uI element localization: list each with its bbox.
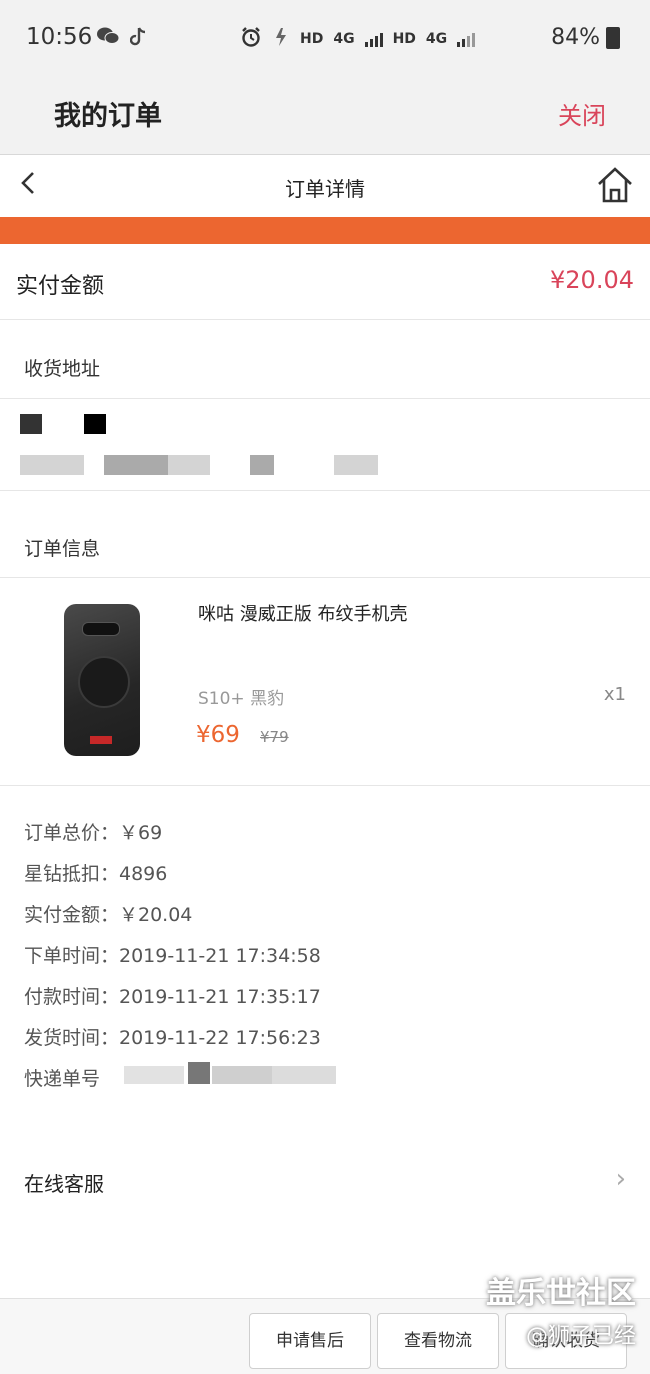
redacted-address-2	[104, 455, 168, 475]
status-banner	[0, 217, 650, 244]
hd-label-2: HD	[392, 31, 416, 47]
after-sale-button[interactable]: 申请售后	[249, 1313, 371, 1369]
network-4g-label: 4G	[333, 31, 355, 47]
paid-label: 实付金额	[16, 274, 105, 299]
marvel-logo-icon	[90, 736, 112, 744]
redacted-name	[20, 414, 42, 434]
paid-amount: ¥20.04	[550, 266, 634, 294]
paid-amount-row: 实付金额 ¥20.04	[0, 244, 650, 320]
watermark-author: @狮子已经	[525, 1324, 636, 1349]
home-icon[interactable]	[596, 165, 634, 205]
detail-star-discount: 星钻抵扣：4896	[24, 863, 168, 885]
chevron-right-icon: ›	[615, 1164, 626, 1194]
online-service-row[interactable]: 在线客服 ›	[0, 1150, 650, 1212]
logistics-button[interactable]: 查看物流	[377, 1313, 499, 1369]
page-title: 我的订单	[54, 101, 162, 132]
signal-icon-2	[457, 31, 476, 47]
battery-percent: 84%	[551, 25, 600, 50]
status-bar: 10:56 HD 4G HD 4G 84%	[0, 0, 650, 78]
vowifi-icon	[272, 27, 290, 51]
app-bar: 我的订单 关闭	[0, 78, 650, 155]
nav-title: 订单详情	[285, 177, 365, 201]
case-camera-cutout	[82, 622, 120, 636]
redacted-address	[20, 455, 84, 475]
product-image	[64, 604, 140, 756]
close-button[interactable]: 关闭	[558, 96, 606, 131]
product-original-price: ¥79	[260, 728, 289, 746]
product-price: ¥69	[196, 722, 240, 748]
redacted-tracking-number-4	[272, 1066, 336, 1084]
battery-icon	[606, 26, 620, 49]
redacted-address-4	[250, 455, 274, 475]
watermark-title: 盖乐世社区	[486, 1276, 636, 1311]
order-info-section-title: 订单信息	[24, 538, 101, 560]
network-4g-label-2: 4G	[425, 31, 448, 47]
alarm-icon	[240, 26, 262, 52]
detail-order-time: 下单时间：2019-11-21 17:34:58	[24, 945, 321, 967]
product-name: 咪咕 漫威正版 布纹手机壳	[198, 604, 408, 625]
address-block	[0, 398, 650, 491]
redacted-address-5	[334, 455, 378, 475]
address-section-header: 收货地址	[0, 320, 650, 397]
product-item[interactable]: 咪咕 漫威正版 布纹手机壳 S10+ 黑豹 x1 ¥69 ¥79	[0, 577, 650, 786]
detail-tracking-label: 快递单号	[24, 1068, 101, 1090]
product-spec: S10+ 黑豹	[198, 689, 285, 709]
tiktok-icon	[129, 26, 148, 53]
redacted-address-3	[168, 455, 210, 475]
detail-paid-amount: 实付金额：￥20.04	[24, 904, 193, 926]
status-time: 10:56	[26, 24, 93, 50]
signal-icon	[364, 31, 383, 47]
nav-bar: 订单详情	[0, 155, 650, 217]
redacted-phone	[84, 414, 106, 434]
hd-label: HD	[300, 31, 324, 47]
detail-payment-time: 付款时间：2019-11-21 17:35:17	[24, 986, 321, 1008]
detail-ship-time: 发货时间：2019-11-22 17:56:23	[24, 1027, 321, 1049]
detail-total-price: 订单总价：￥69	[24, 822, 163, 844]
wechat-icon	[96, 26, 120, 53]
panther-logo-icon	[78, 656, 130, 708]
redacted-tracking-number-3	[212, 1066, 272, 1084]
redacted-tracking-number	[124, 1066, 184, 1084]
order-info-section-header: 订单信息	[0, 491, 650, 577]
online-service-label: 在线客服	[24, 1172, 104, 1196]
product-quantity: x1	[603, 684, 626, 705]
redacted-tracking-number-2	[188, 1062, 210, 1084]
address-section-title: 收货地址	[24, 358, 101, 380]
